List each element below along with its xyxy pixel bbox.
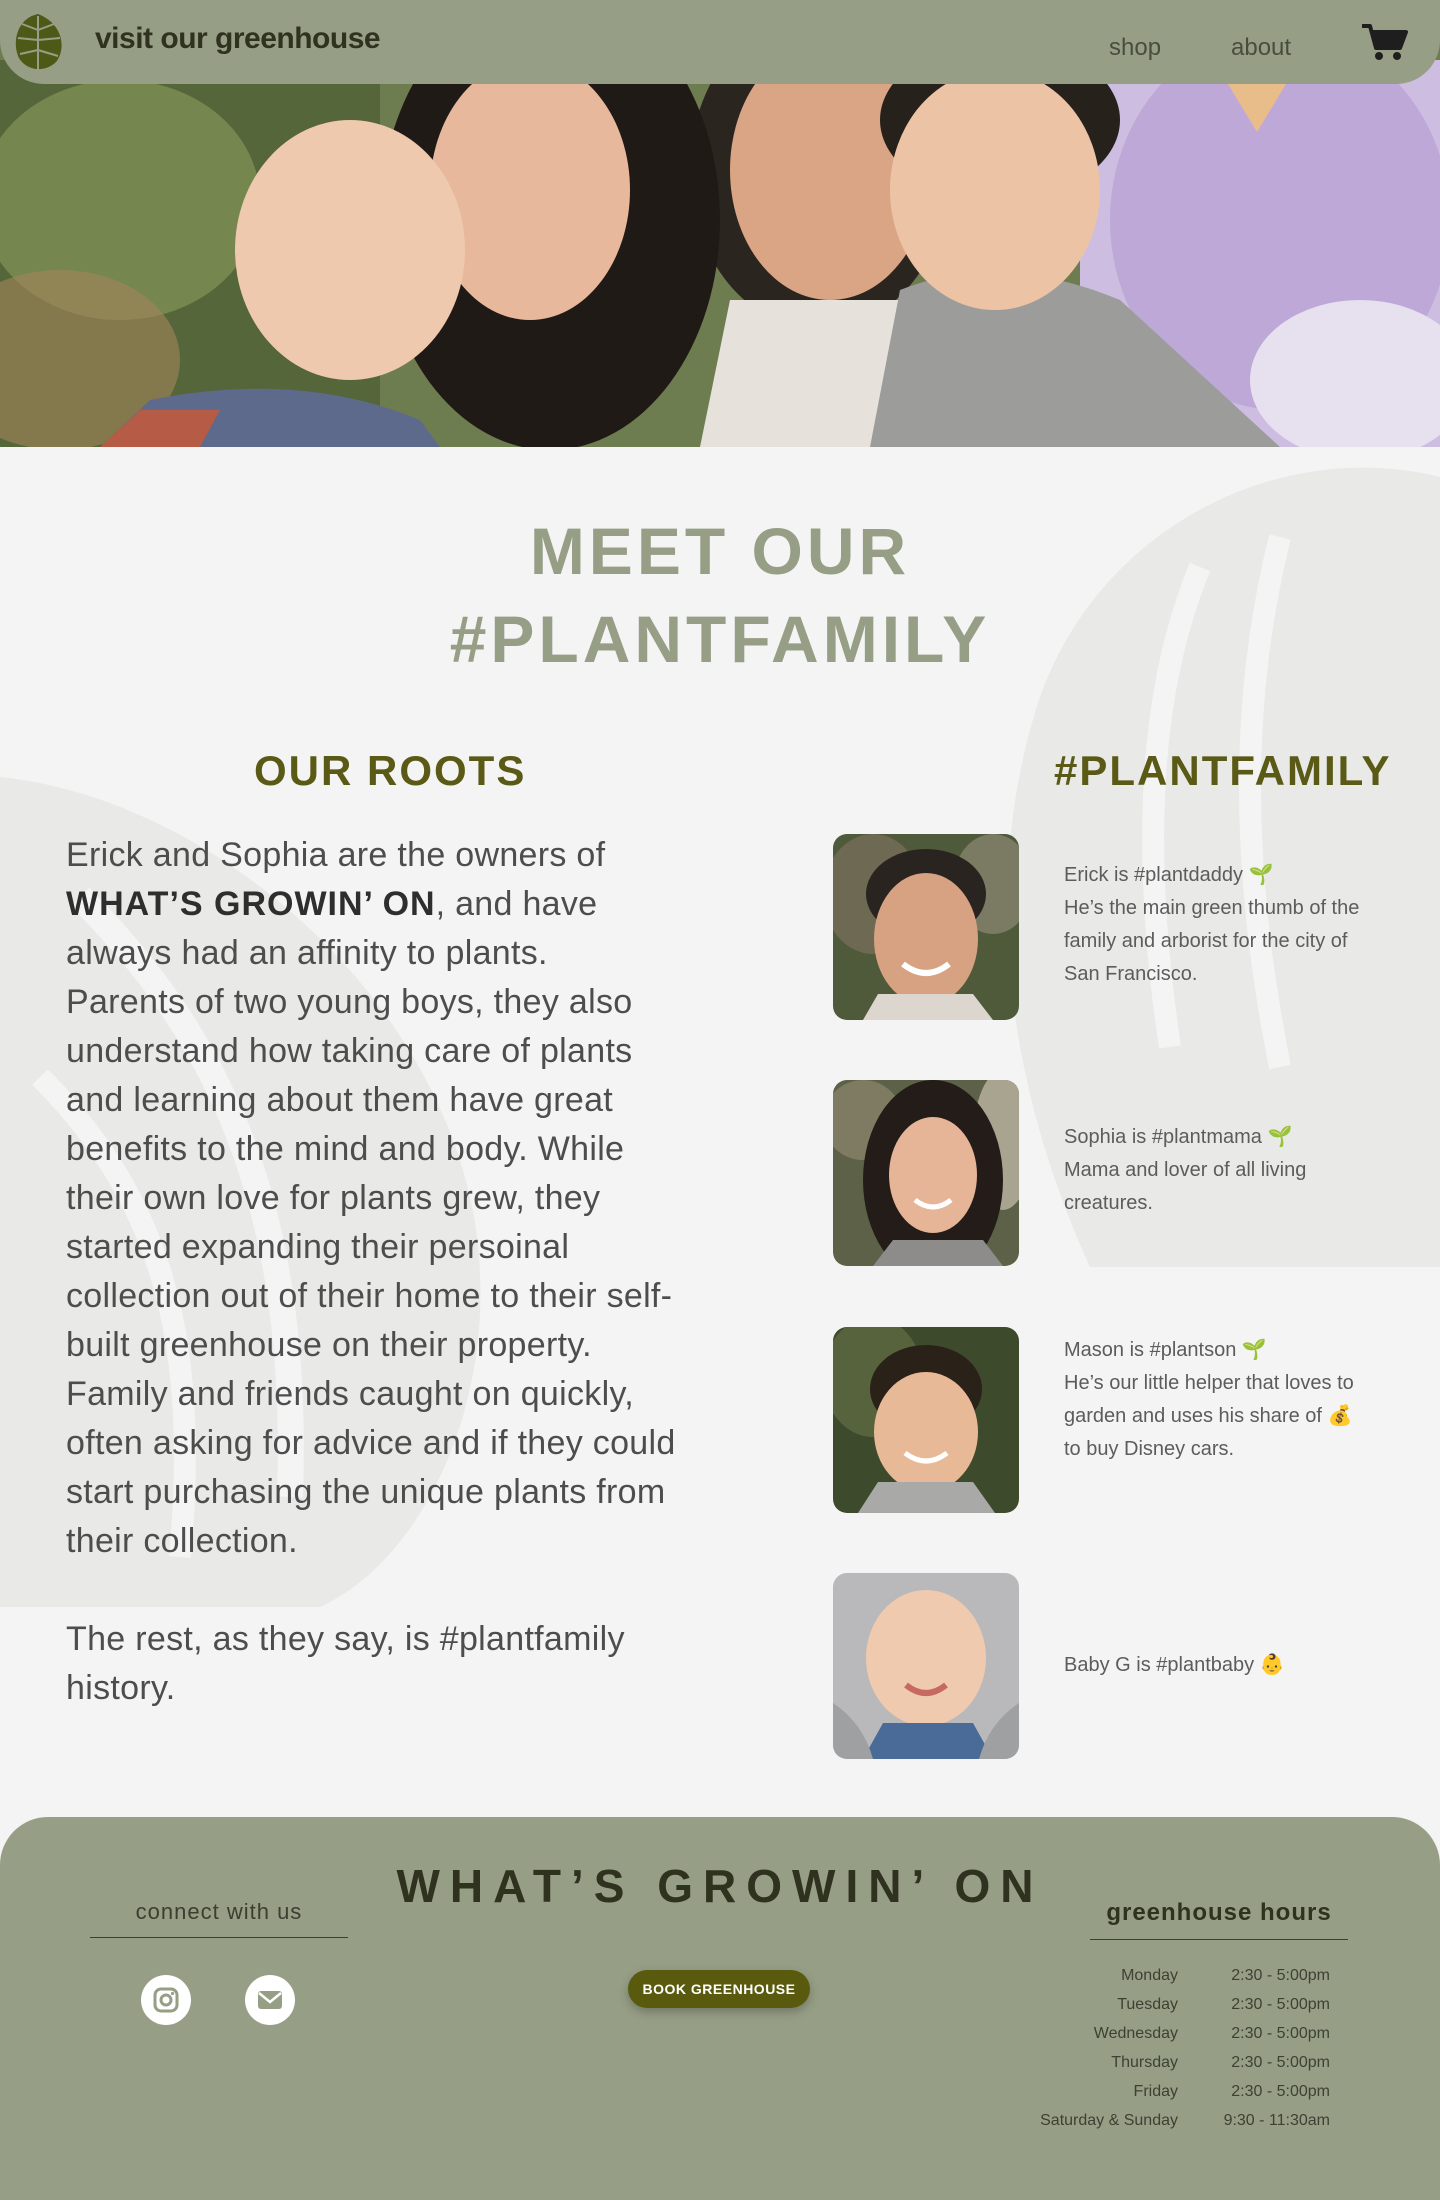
erick-photo [833,834,1019,1020]
page-title: MEET OUR #PLANTFAMILY [0,507,1440,683]
mason-description: He’s our little helper that loves to gar… [1064,1372,1354,1460]
site-header: visit our greenhouse shop about [0,0,1440,84]
sprout-icon: 🌱 [1267,1126,1293,1148]
hours-day: Thursday [1111,2054,1178,2071]
site-footer: connect with us WHAT’S GROWIN’ ON BOOK G… [0,1817,1440,2200]
nav-shop-link[interactable]: shop [1109,34,1161,62]
sophia-photo [833,1080,1019,1266]
sophia-title: Sophia is #plantmama 🌱 [1064,1126,1293,1148]
mason-photo [833,1327,1019,1513]
business-name: WHAT’S GROWIN’ ON [66,885,436,923]
hours-time: 9:30 - 11:30am [1223,2112,1330,2129]
hours-day: Friday [1133,2083,1178,2100]
roots-paragraph-2: Parents of two young boys, they also und… [66,983,676,1560]
plantfamily-heading: #PLANTFAMILY [1054,747,1392,794]
hours-row: Friday 2:30 - 5:00pm [1060,2083,1330,2112]
page-title-line2: #PLANTFAMILY [449,602,991,676]
nav-active-indicator [1228,84,1286,132]
greenhouse-hours-table: Monday 2:30 - 5:00pm Tuesday 2:30 - 5:00pm… [1040,1967,1330,2141]
monstera-leaf-icon[interactable] [10,10,66,76]
hours-time: 2:30 - 5:00pm [1231,1996,1330,2013]
mason-bio: Mason is #plantson 🌱 He’s our little hel… [1064,1334,1364,1466]
erick-description: He’s the main green thumb of the family … [1064,897,1360,985]
sophia-bio: Sophia is #plantmama 🌱 Mama and lover of… [1064,1121,1364,1220]
hours-time: 2:30 - 5:00pm [1231,2083,1330,2100]
mason-title: Mason is #plantson 🌱 [1064,1339,1267,1361]
sprout-icon: 🌱 [1248,864,1274,886]
hours-day: Tuesday [1117,1996,1178,2013]
baby-icon: 👶 [1259,1654,1285,1676]
hours-row: Wednesday 2:30 - 5:00pm [1060,2025,1330,2054]
hours-day: Saturday & Sunday [1040,2112,1178,2129]
hours-time: 2:30 - 5:00pm [1231,1967,1330,1984]
page-title-line1: MEET OUR [529,514,911,588]
hours-row: Saturday & Sunday 9:30 - 11:30am [1040,2112,1330,2141]
roots-paragraph-1: Erick and Sophia are the owners of WHAT’… [66,836,606,972]
hours-day: Monday [1121,1967,1178,1984]
sprout-icon: 🌱 [1241,1339,1267,1361]
hours-row: Monday 2:30 - 5:00pm [1060,1967,1330,1996]
shopping-cart-icon[interactable] [1360,22,1408,62]
hours-day: Wednesday [1093,2025,1178,2042]
sophia-description: Mama and lover of all living creatures. [1064,1159,1307,1214]
baby-g-photo [833,1573,1019,1759]
our-roots-story: Erick and Sophia are the owners of WHAT’… [66,831,696,1713]
email-icon[interactable] [245,1975,295,2025]
main-content: MEET OUR #PLANTFAMILY OUR ROOTS #PLANTFA… [0,447,1440,1817]
site-brand[interactable]: visit our greenhouse [95,22,381,56]
baby-g-title: Baby G is #plantbaby 👶 [1064,1654,1285,1676]
erick-title: Erick is #plantdaddy 🌱 [1064,864,1274,886]
roots-paragraph-3: The rest, as they say, is #plantfamily h… [66,1620,625,1707]
baby-g-bio: Baby G is #plantbaby 👶 [1064,1649,1364,1682]
hours-time: 2:30 - 5:00pm [1231,2025,1330,2042]
instagram-icon[interactable] [141,1975,191,2025]
hours-time: 2:30 - 5:00pm [1231,2054,1330,2071]
hours-row: Tuesday 2:30 - 5:00pm [1060,1996,1330,2025]
hours-row: Thursday 2:30 - 5:00pm [1060,2054,1330,2083]
money-bag-icon: 💰 [1327,1405,1353,1427]
nav-about-link[interactable]: about [1231,34,1291,62]
greenhouse-hours-heading: greenhouse hours [1090,1899,1348,1940]
erick-bio: Erick is #plantdaddy 🌱 He’s the main gre… [1064,859,1364,991]
our-roots-heading: OUR ROOTS [254,747,527,794]
book-greenhouse-button[interactable]: BOOK GREENHOUSE [628,1970,810,2008]
